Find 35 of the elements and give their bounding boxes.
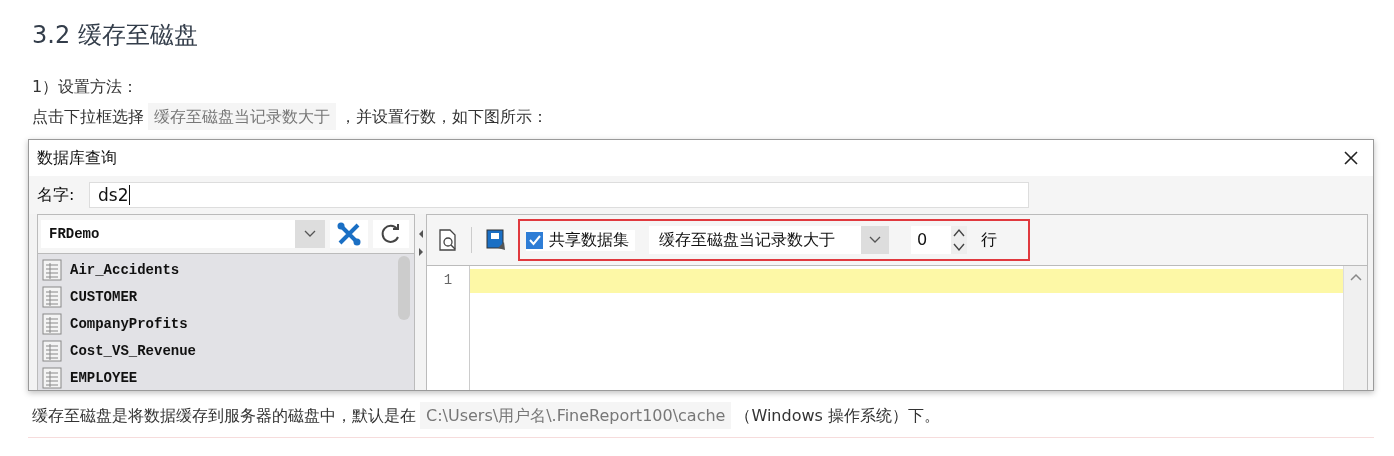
name-label: 名字: [37, 184, 76, 206]
tools-button[interactable] [330, 220, 368, 248]
step-label: 1）设置方法： [31, 76, 140, 98]
chevron-down-icon[interactable] [304, 230, 316, 238]
note-text: 缓存至磁盘是将数据缓存到服务器的磁盘中，默认是在 C:\Users\用户名\.FineReport100\cache （Windows 操作系统）下。 [0, 391, 1394, 435]
cache-mode-dropdown[interactable]: 缓存至磁盘当记录数大于 [649, 226, 889, 254]
table-list-item[interactable]: CUSTOMER [42, 283, 392, 310]
instruction-text: 点击下拉框选择 缓存至磁盘当记录数大于 ，并设置行数，如下图所示： [0, 100, 1394, 136]
name-field[interactable]: ds2 [89, 182, 1029, 208]
line-number: 1 [442, 271, 454, 290]
table-list-item[interactable]: Cost_VS_Revenue [42, 337, 392, 364]
table-icon [42, 312, 62, 335]
refresh-button[interactable] [373, 220, 409, 248]
table-list-item[interactable]: CompanyProfits [42, 310, 392, 337]
table-list-item[interactable]: Air_Accidents [42, 256, 392, 283]
close-icon[interactable] [1343, 150, 1359, 166]
preview-icon[interactable] [439, 229, 457, 251]
scrollbar-thumb[interactable] [398, 256, 410, 320]
section-heading: 3.2 缓存至磁盘 [31, 20, 199, 51]
table-icon [42, 258, 62, 281]
crossed-tools-icon[interactable] [336, 221, 362, 247]
row-unit-label: 行 [981, 229, 997, 251]
shared-dataset-checkbox[interactable]: 共享数据集 [526, 229, 635, 251]
chevron-down-icon[interactable] [869, 236, 881, 244]
table-list-item[interactable]: EMPLOYEE [42, 364, 392, 390]
checkmark-icon[interactable] [527, 233, 542, 247]
table-icon [42, 285, 62, 308]
dialog-title: 数据库查询 [37, 147, 117, 169]
table-icon [42, 339, 62, 362]
refresh-icon[interactable] [380, 223, 402, 245]
scroll-up-icon[interactable] [1348, 272, 1363, 282]
spinner-arrows-icon[interactable] [951, 226, 967, 254]
save-icon[interactable] [486, 229, 506, 251]
splitter-arrows-icon[interactable] [418, 228, 424, 258]
connection-dropdown[interactable]: FRDemo [41, 220, 325, 248]
